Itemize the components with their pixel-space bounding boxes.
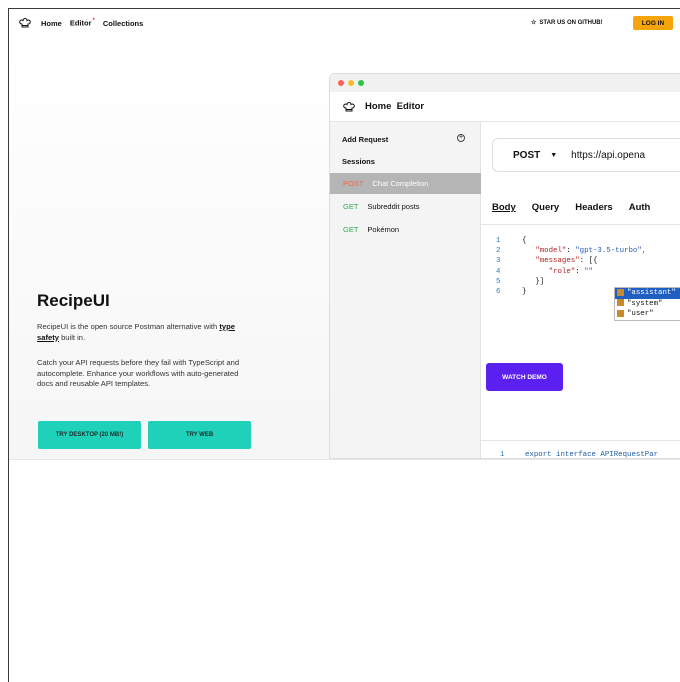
star-icon: ☆ [531,20,537,26]
method-badge: POST [343,179,364,188]
nav-home[interactable]: Home [41,19,62,28]
tab-query[interactable]: Query [532,202,559,213]
star-label: STAR US ON GITHUB! [539,19,603,26]
nav-editor-label: Editor [69,18,92,28]
login-button[interactable]: LOG IN [633,16,673,30]
code-line: 5 }] [496,277,545,286]
tab-headers[interactable]: Headers [575,202,613,213]
session-item-chat-completion[interactable]: POST Chat Completion [330,173,481,194]
session-label: Pokémon [367,225,400,234]
session-item-pokemon[interactable]: GET Pokémon [330,219,481,240]
types-code-line: 1 export interface APIRequestPar [500,451,659,459]
code-line: 3 "messages": [{ [496,257,598,266]
url-input[interactable]: https://api.opena [571,150,645,161]
app-title: Home Editor [365,101,425,112]
code-line: 4 "role": "" [496,267,593,276]
autocomplete-option[interactable]: "user" [615,309,680,320]
app-preview-window: Home Editor Add Request + Sessions POST C… [329,73,680,459]
add-request-label: Add Request [342,135,389,144]
property-icon [617,288,624,296]
tab-body[interactable]: Body [492,202,516,213]
request-tabs: Body Query Headers Auth [492,202,650,213]
editor-badge: * [92,18,95,25]
divider [9,459,680,460]
autocomplete-dropdown: "assistant" "system" "user" [614,287,680,321]
divider [481,224,680,225]
autocomplete-option[interactable]: "system" [615,299,680,310]
tab-auth[interactable]: Auth [629,202,651,213]
close-dot-icon [338,80,344,86]
code-line: 1{ [496,237,527,245]
session-label: Chat Completion [372,179,429,188]
try-web-button[interactable]: TRY WEB [148,421,251,449]
hero-description-end: built in. [58,332,86,342]
page-frame: Home Editor* Collections ☆ STAR US ON GI… [8,8,680,682]
hero-subdescription: Catch your API requests before they fail… [37,358,240,388]
url-bar[interactable]: POST ▼ https://api.opena [492,138,680,172]
watch-demo-button[interactable]: WATCH DEMO [486,363,563,391]
add-request-plus-icon[interactable]: + [457,134,465,142]
window-titlebar [330,74,680,92]
divider [481,440,680,441]
nav-editor[interactable]: Editor* [70,18,95,28]
sessions-heading: Sessions [342,157,375,166]
hero-title: RecipeUI [37,291,110,310]
method-badge: GET [343,225,359,234]
session-label: Subreddit posts [367,202,420,211]
sidebar: Add Request + Sessions POST Chat Completi… [330,122,481,458]
chevron-down-icon[interactable]: ▼ [550,152,557,159]
nav-collections[interactable]: Collections [103,19,143,28]
app-header: Home Editor [330,92,680,122]
method-badge: GET [343,202,359,211]
star-github-link[interactable]: ☆ STAR US ON GITHUB! [531,19,603,27]
chef-hat-icon[interactable] [19,17,31,29]
method-select[interactable]: POST [513,150,540,161]
hero-description-text: RecipeUI is the open source Postman alte… [37,322,220,331]
session-item-subreddit-posts[interactable]: GET Subreddit posts [330,196,481,217]
hero-description: RecipeUI is the open source Postman alte… [37,322,247,343]
code-line: 2 "model": "gpt-3.5-turbo", [496,247,647,256]
try-desktop-button[interactable]: TRY DESKTOP (20 MB!) [38,421,141,449]
chef-hat-icon [343,101,355,111]
property-icon [617,299,624,307]
maximize-dot-icon [358,80,364,86]
autocomplete-option[interactable]: "assistant" [615,288,680,299]
minimize-dot-icon [348,80,354,86]
property-icon [617,309,624,317]
